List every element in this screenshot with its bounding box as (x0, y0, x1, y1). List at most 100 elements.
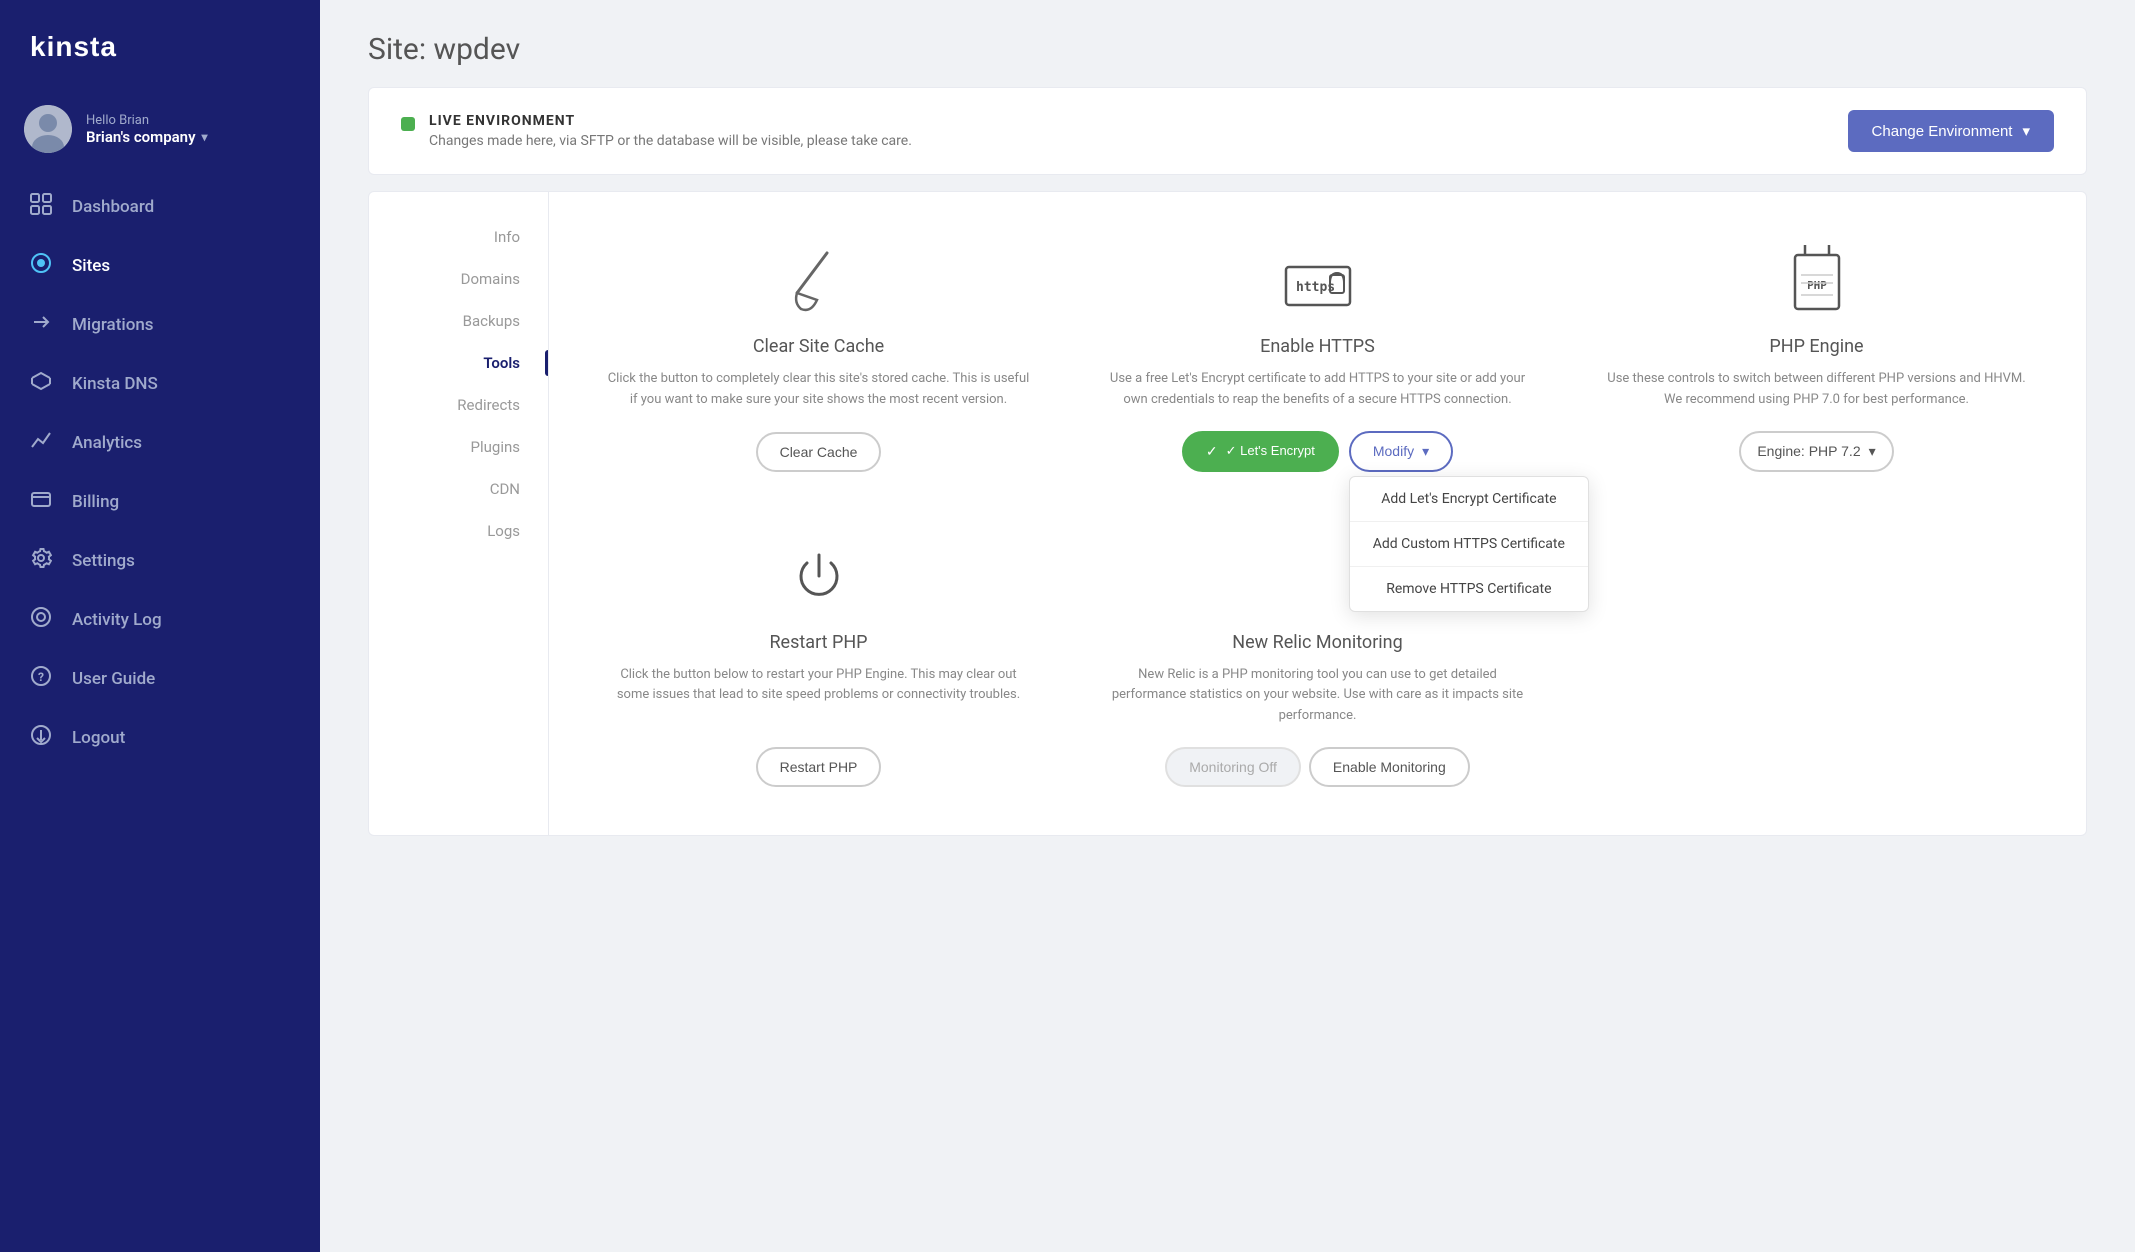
tools-panel: Clear Site Cache Click the button to com… (549, 192, 2086, 835)
monitoring-off-button[interactable]: Monitoring Off (1165, 747, 1301, 787)
main-nav: Dashboard Sites Migrations Kinsta DNS An… (0, 177, 320, 767)
tools-grid: Clear Site Cache Click the button to com… (589, 224, 2046, 803)
php-icon: PHP (1787, 240, 1847, 320)
change-environment-button[interactable]: Change Environment ▾ (1848, 110, 2054, 152)
chevron-down-icon: ▾ (1422, 443, 1429, 460)
power-icon (789, 536, 849, 616)
svg-text:PHP: PHP (1807, 279, 1827, 292)
restart-php-actions: Restart PHP (756, 747, 882, 787)
php-actions: Engine: PHP 7.2 ▾ (1739, 431, 1893, 472)
tool-enable-https: https Enable HTTPS Use a free Let's Encr… (1088, 224, 1547, 488)
user-info: Hello Brian Brian's company ▾ (86, 113, 296, 146)
clear-cache-title: Clear Site Cache (753, 336, 884, 357)
https-actions: ✓ ✓ Let's Encrypt Modify ▾ (1182, 431, 1453, 472)
sidebar-item-user-guide[interactable]: ? User Guide (0, 649, 320, 708)
svg-text:kinsta: kinsta (30, 31, 117, 62)
sidebar-item-kinsta-dns[interactable]: Kinsta DNS (0, 354, 320, 413)
user-company[interactable]: Brian's company ▾ (86, 128, 296, 146)
sidebar-item-activity-log[interactable]: Activity Log (0, 590, 320, 649)
sidebar-item-settings[interactable]: Settings (0, 531, 320, 590)
broom-icon (789, 240, 849, 320)
restart-php-title: Restart PHP (769, 632, 867, 653)
sub-nav-domains[interactable]: Domains (369, 258, 548, 300)
settings-icon (28, 547, 54, 574)
content-area: LIVE ENVIRONMENT Changes made here, via … (320, 87, 2135, 1252)
dropdown-item-add-lets-encrypt[interactable]: Add Let's Encrypt Certificate (1350, 477, 1588, 521)
sub-nav-cdn[interactable]: CDN (369, 468, 548, 510)
chevron-down-icon: ▾ (2022, 122, 2030, 140)
sub-nav-backups[interactable]: Backups (369, 300, 548, 342)
clear-cache-actions: Clear Cache (756, 432, 882, 472)
https-desc: Use a free Let's Encrypt certificate to … (1104, 369, 1531, 411)
sidebar-item-label: Activity Log (72, 610, 162, 630)
tool-restart-php: Restart PHP Click the button below to re… (589, 520, 1048, 803)
chevron-down-icon: ▾ (202, 130, 208, 144)
sidebar-item-logout[interactable]: Logout (0, 708, 320, 767)
sidebar-item-migrations[interactable]: Migrations (0, 295, 320, 354)
php-engine-select[interactable]: Engine: PHP 7.2 ▾ (1739, 431, 1893, 472)
env-status-dot (401, 117, 415, 131)
sidebar-item-label: User Guide (72, 669, 155, 689)
new-relic-title: New Relic Monitoring (1232, 632, 1402, 653)
sidebar-item-label: Settings (72, 551, 135, 571)
tool-php-engine: PHP PHP Engine Use these controls to swi… (1587, 224, 2046, 488)
env-left: LIVE ENVIRONMENT Changes made here, via … (401, 113, 912, 149)
user-greeting: Hello Brian (86, 113, 296, 128)
analytics-icon (28, 429, 54, 456)
site-layout: Info Domains Backups Tools Redirects Plu… (368, 191, 2087, 836)
sidebar-item-label: Sites (72, 256, 110, 276)
page-title: Site: wpdev (368, 32, 2087, 67)
sidebar-item-label: Dashboard (72, 197, 154, 217)
sidebar: kinsta Hello Brian Brian's company ▾ Das… (0, 0, 320, 1252)
dns-icon (28, 370, 54, 397)
migrations-icon (28, 311, 54, 338)
dropdown-item-add-custom[interactable]: Add Custom HTTPS Certificate (1350, 521, 1588, 566)
sidebar-item-analytics[interactable]: Analytics (0, 413, 320, 472)
restart-php-button[interactable]: Restart PHP (756, 747, 882, 787)
modify-button[interactable]: Modify ▾ (1349, 431, 1453, 472)
new-relic-desc: New Relic is a PHP monitoring tool you c… (1104, 665, 1531, 727)
tool-clear-cache: Clear Site Cache Click the button to com… (589, 224, 1048, 488)
env-description: Changes made here, via SFTP or the datab… (429, 133, 912, 149)
dropdown-item-remove-https[interactable]: Remove HTTPS Certificate (1350, 566, 1588, 611)
sidebar-item-dashboard[interactable]: Dashboard (0, 177, 320, 236)
clear-cache-button[interactable]: Clear Cache (756, 432, 882, 472)
activity-log-icon (28, 606, 54, 633)
billing-icon (28, 488, 54, 515)
sidebar-item-label: Logout (72, 728, 125, 748)
logout-icon (28, 724, 54, 751)
environment-banner: LIVE ENVIRONMENT Changes made here, via … (368, 87, 2087, 175)
https-icon: https (1278, 240, 1358, 320)
sub-nav-redirects[interactable]: Redirects (369, 384, 548, 426)
sidebar-item-label: Kinsta DNS (72, 374, 158, 394)
sub-nav-info[interactable]: Info (369, 216, 548, 258)
clear-cache-desc: Click the button to completely clear thi… (605, 369, 1032, 412)
sidebar-item-billing[interactable]: Billing (0, 472, 320, 531)
php-desc: Use these controls to switch between dif… (1603, 369, 2030, 411)
user-section[interactable]: Hello Brian Brian's company ▾ (0, 89, 320, 177)
main-content: Site: wpdev LIVE ENVIRONMENT Changes mad… (320, 0, 2135, 1252)
user-guide-icon: ? (28, 665, 54, 692)
sidebar-item-sites[interactable]: Sites (0, 236, 320, 295)
env-title: LIVE ENVIRONMENT (429, 113, 912, 129)
checkmark-icon: ✓ (1206, 443, 1218, 460)
sub-nav-logs[interactable]: Logs (369, 510, 548, 552)
lets-encrypt-button[interactable]: ✓ ✓ Let's Encrypt (1182, 431, 1339, 472)
enable-monitoring-button[interactable]: Enable Monitoring (1309, 747, 1470, 787)
modify-dropdown-menu: Add Let's Encrypt Certificate Add Custom… (1349, 476, 1589, 612)
avatar (24, 105, 72, 153)
modify-dropdown-wrapper: Modify ▾ (1349, 431, 1453, 472)
page-header: Site: wpdev (320, 0, 2135, 87)
sub-nav-plugins[interactable]: Plugins (369, 426, 548, 468)
logo-area: kinsta (0, 0, 320, 89)
php-title: PHP Engine (1769, 336, 1863, 357)
sub-sidebar: Info Domains Backups Tools Redirects Plu… (369, 192, 549, 835)
sub-nav-tools[interactable]: Tools (369, 342, 548, 384)
sites-icon (28, 252, 54, 279)
svg-text:?: ? (38, 670, 44, 684)
sidebar-item-label: Migrations (72, 315, 154, 335)
chevron-down-icon: ▾ (1869, 443, 1876, 460)
brand-logo: kinsta (30, 28, 290, 69)
dashboard-icon (28, 193, 54, 220)
env-text: LIVE ENVIRONMENT Changes made here, via … (429, 113, 912, 149)
